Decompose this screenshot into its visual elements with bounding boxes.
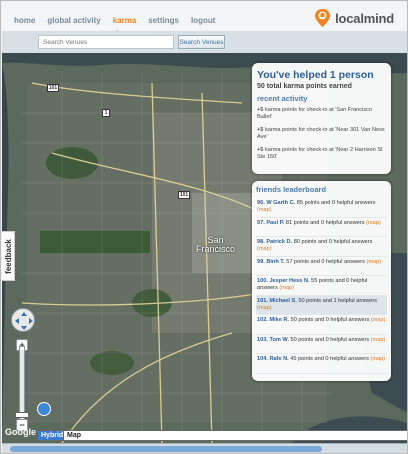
leaderboard-stats: 81 points and 0 helpful answers <box>285 219 365 226</box>
top-nav-bar: home global activity karma settings logo… <box>2 2 407 34</box>
leaderboard-map-link[interactable]: (map) <box>257 207 272 213</box>
leaderboard-row: 96. W Garth C. 85 points and 0 helpful a… <box>256 198 387 218</box>
leaderboard-map-link[interactable]: (map) <box>371 317 386 323</box>
leaderboard-row: 97. Paul P. 81 points and 0 helpful answ… <box>256 218 387 237</box>
leaderboard-stats: 45 points and 0 helpful answers <box>290 356 369 362</box>
karma-summary-panel: You've helped 1 person 50 total karma po… <box>252 63 391 174</box>
main-nav: home global activity karma settings logo… <box>14 16 215 25</box>
leaderboard-list: 96. W Garth C. 85 points and 0 helpful a… <box>256 198 387 374</box>
leaderboard-map-link[interactable]: (map) <box>366 220 381 226</box>
google-logo: Google <box>5 427 36 437</box>
location-pin-icon <box>314 8 331 28</box>
search-bar: Search Venues <box>2 31 407 53</box>
activity-item: +5 karma points for check-in at 'Near 30… <box>257 127 386 141</box>
leaderboard-heading: friends leaderboard <box>256 185 327 194</box>
localmind-logo[interactable]: localmind <box>314 8 394 28</box>
leaderboard-stats: 85 points and 0 helpful answers <box>296 200 376 206</box>
leaderboard-friend-name[interactable]: 103. Tom W. <box>257 337 289 343</box>
leaderboard-map-link[interactable]: (map) <box>371 356 386 362</box>
nav-logout-link[interactable]: logout <box>191 16 215 25</box>
recent-activity-list: +5 karma points for check-in at 'San Fra… <box>257 107 386 161</box>
scrollbar-thumb[interactable] <box>10 446 322 452</box>
leaderboard-friend-name[interactable]: 96. W Garth C. <box>257 200 295 206</box>
recent-activity-heading: recent activity <box>257 94 308 103</box>
nav-global-activity-link[interactable]: global activity <box>47 16 100 25</box>
leaderboard-stats: 50 points and 0 helpful answers <box>290 336 370 343</box>
horizontal-scrollbar[interactable] <box>2 443 407 453</box>
nav-home-link[interactable]: home <box>14 16 35 25</box>
leaderboard-row: 101. Michael S. 50 points and 1 helpful … <box>256 295 387 315</box>
leaderboard-friend-name[interactable]: 98. Patrick D. <box>257 239 292 245</box>
pan-arrows-icon <box>15 312 33 330</box>
activity-points: +5 <box>257 107 264 113</box>
map-terms-link[interactable]: Map Data · Terms of Use <box>341 433 402 439</box>
highway-shield-101: 101 <box>47 84 59 92</box>
leaderboard-row: 102. Mike R. 50 points and 0 helpful ans… <box>256 315 387 335</box>
city-label-line2: Francisco <box>196 244 236 254</box>
activity-points: +5 <box>257 147 264 153</box>
pan-control[interactable] <box>11 308 35 332</box>
leaderboard-map-link[interactable]: (map) <box>257 305 272 311</box>
feedback-label: feedback <box>3 238 13 274</box>
search-venues-button[interactable]: Search Venues <box>178 35 225 49</box>
feedback-tab[interactable]: feedback <box>2 231 15 281</box>
city-label: San Francisco <box>196 236 235 254</box>
leaderboard-row: 104. Rafe N. 45 points and 0 helpful ans… <box>256 354 387 374</box>
karma-points-total: 50 total karma points earned <box>257 83 352 90</box>
leaderboard-stats: 50 points and 0 helpful answers <box>290 317 370 323</box>
activity-text: karma points for check-in at 'Near 301 V… <box>257 127 385 140</box>
leaderboard-stats: 80 points and 0 helpful answers <box>293 239 373 245</box>
leaderboard-map-link[interactable]: (map) <box>366 259 381 265</box>
activity-text: karma points for check-in at 'Near 2 Har… <box>257 147 383 160</box>
leaderboard-stats: 50 points and 1 helpful answers <box>298 297 378 304</box>
leaderboard-friend-name[interactable]: 100. Jesper Hess N. <box>257 278 310 284</box>
activity-item: +5 karma points for check-in at 'San Fra… <box>257 107 386 121</box>
nav-settings-link[interactable]: settings <box>148 16 179 25</box>
activity-item: +5 karma points for check-in at 'Near 2 … <box>257 147 386 161</box>
leaderboard-row: 99. Binh T. 57 points and 0 helpful answ… <box>256 257 387 276</box>
zoom-slider-handle[interactable] <box>15 412 29 418</box>
highway-shield-1: 1 <box>102 109 110 117</box>
leaderboard-row: 103. Tom W. 50 points and 0 helpful answ… <box>256 335 387 354</box>
leaderboard-friend-name[interactable]: 97. Paul P. <box>257 220 284 226</box>
leaderboard-friend-name[interactable]: 102. Mike R. <box>257 317 289 323</box>
leaderboard-friend-name[interactable]: 104. Rafe N. <box>257 356 289 362</box>
app-window: home global activity karma settings logo… <box>0 0 408 454</box>
activity-text: karma points for check-in at 'San Franci… <box>257 107 373 120</box>
activity-points: +5 <box>257 127 264 133</box>
nav-karma-link[interactable]: karma <box>113 16 137 25</box>
leaderboard-row: 98. Patrick D. 80 points and 0 helpful a… <box>256 237 387 257</box>
logo-text: localmind <box>335 10 394 26</box>
leaderboard-friend-name[interactable]: 101. Michael S. <box>257 298 297 304</box>
leaderboard-map-link[interactable]: (map) <box>371 337 386 343</box>
leaderboard-map-link[interactable]: (map) <box>257 246 272 252</box>
leaderboard-row: 100. Jesper Hess N. 55 points and 0 help… <box>256 276 387 296</box>
leaderboard-friend-name[interactable]: 99. Binh T. <box>257 259 285 265</box>
street-view-pegman-icon[interactable] <box>37 402 51 416</box>
friends-leaderboard-panel: friends leaderboard 96. W Garth C. 85 po… <box>252 181 391 381</box>
leaderboard-map-link[interactable]: (map) <box>279 285 294 291</box>
karma-title: You've helped 1 person <box>257 69 374 81</box>
highway-shield-101-b: 101 <box>178 191 190 199</box>
leaderboard-stats: 57 points and 0 helpful answers <box>286 258 365 265</box>
search-venues-input[interactable] <box>38 35 174 49</box>
